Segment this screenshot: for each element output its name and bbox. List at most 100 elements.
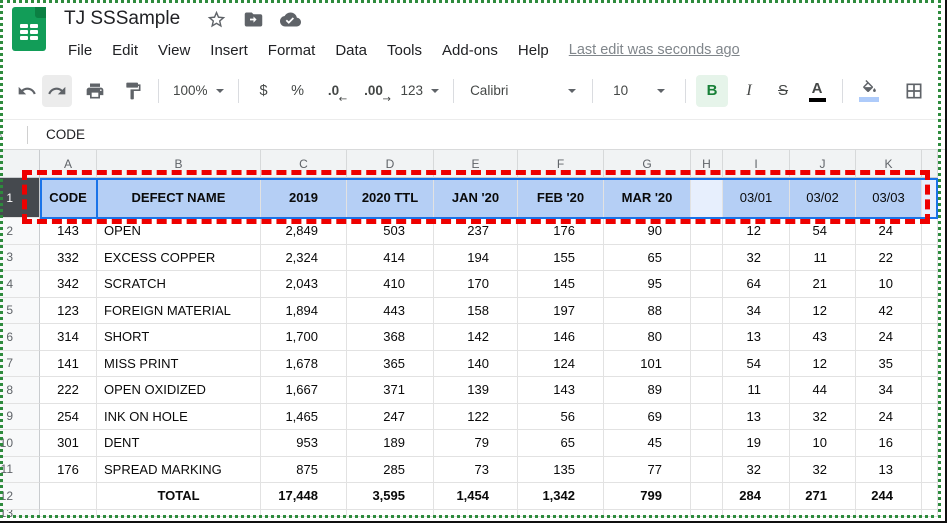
cell[interactable]: 73 — [434, 457, 518, 484]
cell[interactable]: 101 — [604, 351, 691, 378]
cell[interactable]: OPEN OXIDIZED — [97, 377, 261, 404]
cell[interactable]: EXCESS COPPER — [97, 245, 261, 272]
cell[interactable]: 42 — [856, 298, 922, 325]
cell[interactable] — [922, 218, 938, 245]
cell[interactable] — [691, 430, 723, 457]
cell[interactable]: SHORT — [97, 324, 261, 351]
cell[interactable]: 197 — [518, 298, 604, 325]
cell[interactable]: 1,465 — [261, 404, 347, 431]
format-percent-button[interactable]: % — [283, 75, 313, 107]
menu-item-edit[interactable]: Edit — [102, 42, 148, 59]
cell[interactable]: 414 — [347, 245, 434, 272]
menu-item-format[interactable]: Format — [258, 42, 326, 59]
cell[interactable]: 54 — [790, 218, 856, 245]
row-header-4[interactable]: 4 — [0, 271, 40, 298]
cell[interactable]: 88 — [604, 298, 691, 325]
cell[interactable] — [790, 510, 856, 517]
cell[interactable]: 34 — [856, 377, 922, 404]
cell[interactable]: 45 — [604, 430, 691, 457]
menu-item-help[interactable]: Help — [508, 42, 559, 59]
cell[interactable]: 44 — [790, 377, 856, 404]
menu-item-insert[interactable]: Insert — [200, 42, 258, 59]
cell[interactable]: 146 — [518, 324, 604, 351]
cell[interactable]: 176 — [518, 218, 604, 245]
fill-color-button[interactable] — [853, 75, 885, 107]
menu-item-file[interactable]: File — [58, 42, 102, 59]
cell[interactable]: 142 — [434, 324, 518, 351]
cell[interactable]: 503 — [347, 218, 434, 245]
row-header-1[interactable]: 1 — [0, 178, 40, 218]
cell[interactable]: 2020 TTL — [347, 178, 434, 218]
decrease-decimal-button[interactable]: .0← — [319, 75, 349, 107]
cell[interactable]: 124 — [518, 351, 604, 378]
cell[interactable]: 155 — [518, 245, 604, 272]
cell[interactable]: 170 — [434, 271, 518, 298]
cell[interactable]: 17,448 — [261, 483, 347, 510]
cell[interactable]: 237 — [434, 218, 518, 245]
cell[interactable]: FEB '20 — [518, 178, 604, 218]
cell[interactable]: 123 — [40, 298, 97, 325]
cell[interactable]: 03/01 — [723, 178, 790, 218]
cell[interactable]: 19 — [723, 430, 790, 457]
italic-button[interactable]: I — [734, 75, 764, 107]
cell[interactable]: DENT — [97, 430, 261, 457]
undo-icon[interactable] — [12, 75, 42, 107]
font-size-select[interactable]: 10 — [603, 75, 675, 107]
number-format-menu[interactable]: 123 — [397, 75, 444, 107]
cell[interactable]: 54 — [723, 351, 790, 378]
cell[interactable] — [261, 510, 347, 517]
cell[interactable] — [922, 404, 938, 431]
row-header-10[interactable]: 10 — [0, 430, 40, 457]
cell[interactable] — [691, 483, 723, 510]
cell[interactable] — [922, 377, 938, 404]
column-header-J[interactable]: J — [790, 150, 856, 178]
cell[interactable]: MISS PRINT — [97, 351, 261, 378]
cell[interactable]: 24 — [856, 404, 922, 431]
cell[interactable]: JAN '20 — [434, 178, 518, 218]
cell[interactable]: 43 — [790, 324, 856, 351]
redo-icon[interactable] — [42, 75, 72, 107]
cell[interactable]: 2,849 — [261, 218, 347, 245]
cell[interactable]: 12 — [790, 298, 856, 325]
cell[interactable] — [691, 298, 723, 325]
cell[interactable]: 77 — [604, 457, 691, 484]
cell[interactable] — [691, 377, 723, 404]
cell[interactable]: 35 — [856, 351, 922, 378]
cell[interactable]: 24 — [856, 324, 922, 351]
cell[interactable]: TOTAL — [97, 483, 261, 510]
sheets-logo-icon[interactable] — [12, 7, 46, 51]
cell[interactable] — [604, 510, 691, 517]
cell[interactable] — [691, 457, 723, 484]
cell[interactable]: 65 — [604, 245, 691, 272]
paint-format-icon[interactable] — [118, 75, 148, 107]
cell[interactable]: 122 — [434, 404, 518, 431]
bold-button[interactable]: B — [696, 75, 728, 107]
row-header-2[interactable]: 2 — [0, 218, 40, 245]
cell[interactable]: 1,667 — [261, 377, 347, 404]
cell[interactable]: 189 — [347, 430, 434, 457]
cell[interactable]: 80 — [604, 324, 691, 351]
borders-button[interactable] — [899, 75, 929, 107]
column-header-A[interactable]: A — [40, 150, 97, 178]
cell[interactable] — [691, 510, 723, 517]
cell[interactable]: 24 — [856, 218, 922, 245]
cell[interactable]: 368 — [347, 324, 434, 351]
cell[interactable]: 365 — [347, 351, 434, 378]
menu-item-view[interactable]: View — [148, 42, 200, 59]
cell[interactable]: SPREAD MARKING — [97, 457, 261, 484]
cell[interactable] — [922, 271, 938, 298]
cell[interactable]: 1,342 — [518, 483, 604, 510]
cell[interactable] — [518, 510, 604, 517]
print-icon[interactable] — [80, 75, 110, 107]
cell[interactable]: 410 — [347, 271, 434, 298]
cell[interactable] — [347, 510, 434, 517]
cell[interactable]: 875 — [261, 457, 347, 484]
menu-item-addons[interactable]: Add-ons — [432, 42, 508, 59]
row-header-7[interactable]: 7 — [0, 351, 40, 378]
cell[interactable]: 1,700 — [261, 324, 347, 351]
cell[interactable] — [691, 218, 723, 245]
cell[interactable]: 139 — [434, 377, 518, 404]
row-header-11[interactable]: 11 — [0, 457, 40, 484]
row-header-3[interactable]: 3 — [0, 245, 40, 272]
cell[interactable] — [922, 245, 938, 272]
